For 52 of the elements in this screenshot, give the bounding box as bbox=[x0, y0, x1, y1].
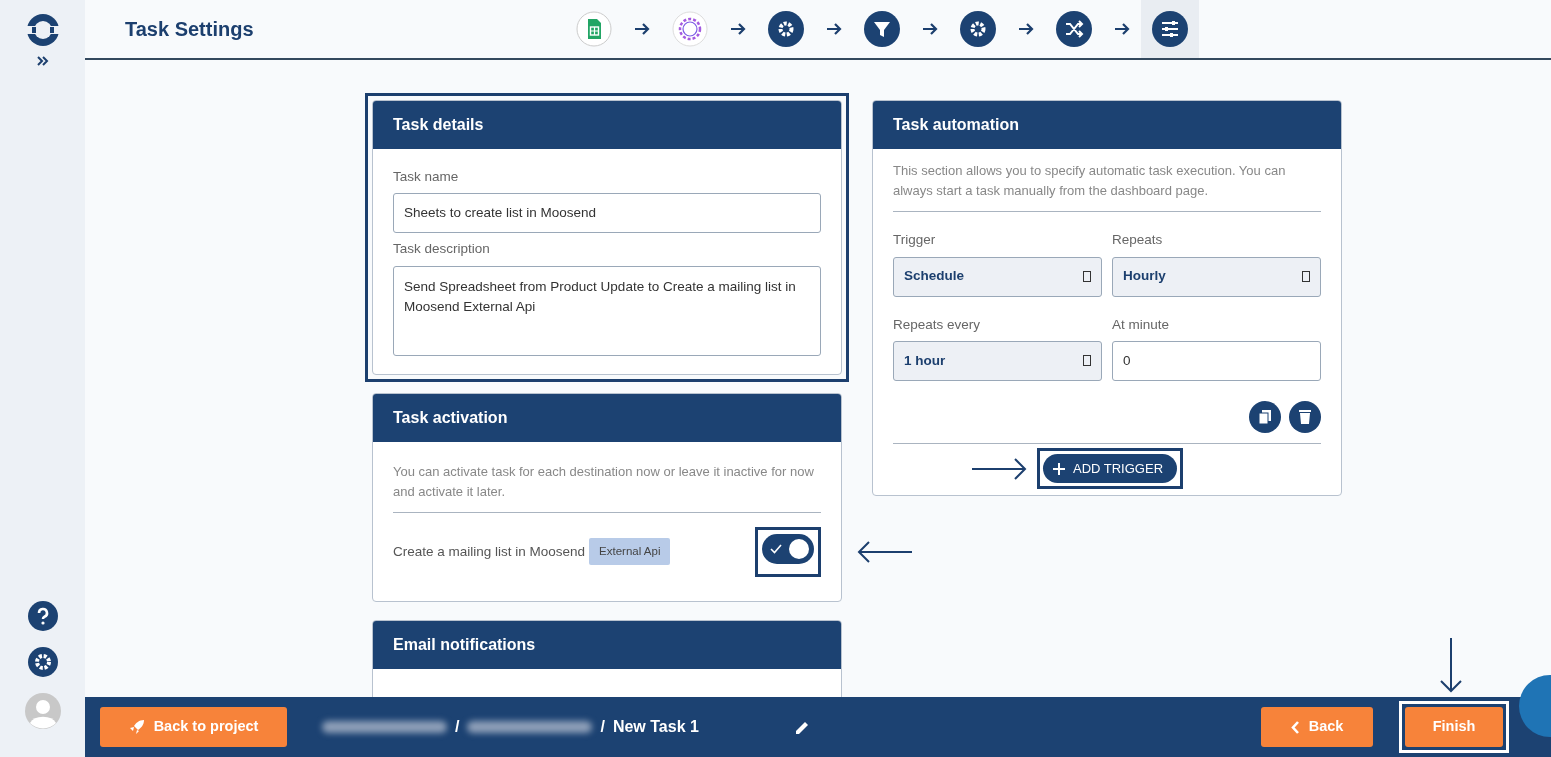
dropdown-field[interactable]: Hourly bbox=[1112, 256, 1321, 297]
edit-icon[interactable] bbox=[793, 719, 810, 736]
arrow-icon bbox=[826, 22, 842, 36]
shuffle-icon[interactable] bbox=[1056, 11, 1092, 47]
dropdown-field[interactable]: Schedule bbox=[893, 256, 1102, 297]
filter-icon[interactable] bbox=[864, 11, 900, 47]
help-icon[interactable] bbox=[27, 601, 58, 631]
toggle-switch[interactable] bbox=[762, 533, 814, 564]
description-text: You can activate task for each destination now or leave it inactive for now and activate it later. bbox=[393, 461, 821, 513]
breadcrumb-separator: / bbox=[600, 717, 605, 737]
field-label: Task name bbox=[393, 168, 460, 186]
rocket-icon bbox=[128, 719, 145, 735]
field-label: Trigger bbox=[893, 231, 937, 250]
chevron-left-icon bbox=[1290, 720, 1300, 734]
spreadsheet-icon[interactable] bbox=[576, 11, 612, 47]
copy-icon bbox=[1258, 408, 1272, 425]
field-label: At minute bbox=[1112, 315, 1171, 334]
card-header: Email notifications bbox=[373, 620, 841, 669]
expand-icon[interactable] bbox=[36, 56, 49, 66]
dropdown-icon bbox=[1083, 355, 1091, 367]
logo-icon[interactable] bbox=[24, 12, 61, 48]
trash-icon bbox=[1298, 408, 1312, 425]
destination-label: Create a mailing list in Moosend bbox=[393, 542, 586, 561]
dropdown-field[interactable]: 1 hour bbox=[893, 340, 1102, 381]
settings-icon[interactable] bbox=[27, 647, 58, 677]
card-header: Task details bbox=[373, 101, 841, 149]
input-field[interactable]: Sheets to create list in Moosend bbox=[393, 193, 821, 234]
arrow-icon bbox=[730, 22, 746, 36]
card-header: Task activation bbox=[373, 393, 841, 442]
arrow-icon bbox=[1114, 22, 1130, 36]
delete-button[interactable] bbox=[1289, 400, 1321, 433]
add-trigger-button[interactable]: ADD TRIGGER bbox=[1042, 453, 1178, 484]
copy-button[interactable] bbox=[1249, 400, 1281, 433]
arrow-icon bbox=[922, 22, 938, 36]
sliders-icon[interactable] bbox=[1152, 11, 1188, 47]
page-title: Task Settings bbox=[125, 17, 254, 42]
task-name: New Task 1 bbox=[612, 717, 699, 737]
description-text: This section allows you to specify automatic task execution. You can always start a task manually from the dashboard page. bbox=[893, 161, 1321, 213]
field-label: Repeats every bbox=[893, 315, 982, 334]
card-header: Task automation bbox=[873, 101, 1341, 149]
dropdown-icon bbox=[1302, 271, 1310, 283]
field-label: Repeats bbox=[1112, 231, 1164, 250]
text-area[interactable]: Send Spreadsheet from Product Update to Create a mailing list in Moosend External Api bbox=[393, 265, 821, 356]
plus-icon bbox=[1052, 462, 1065, 475]
dropdown-icon bbox=[1083, 271, 1091, 283]
input-field[interactable]: 0 bbox=[1112, 340, 1321, 381]
arrow-icon bbox=[1018, 22, 1034, 36]
tag: External Api bbox=[589, 538, 671, 566]
field-label: Task description bbox=[393, 240, 491, 259]
check-icon bbox=[770, 543, 782, 554]
breadcrumb-separator: / bbox=[455, 717, 460, 737]
arrow-icon bbox=[634, 22, 650, 36]
